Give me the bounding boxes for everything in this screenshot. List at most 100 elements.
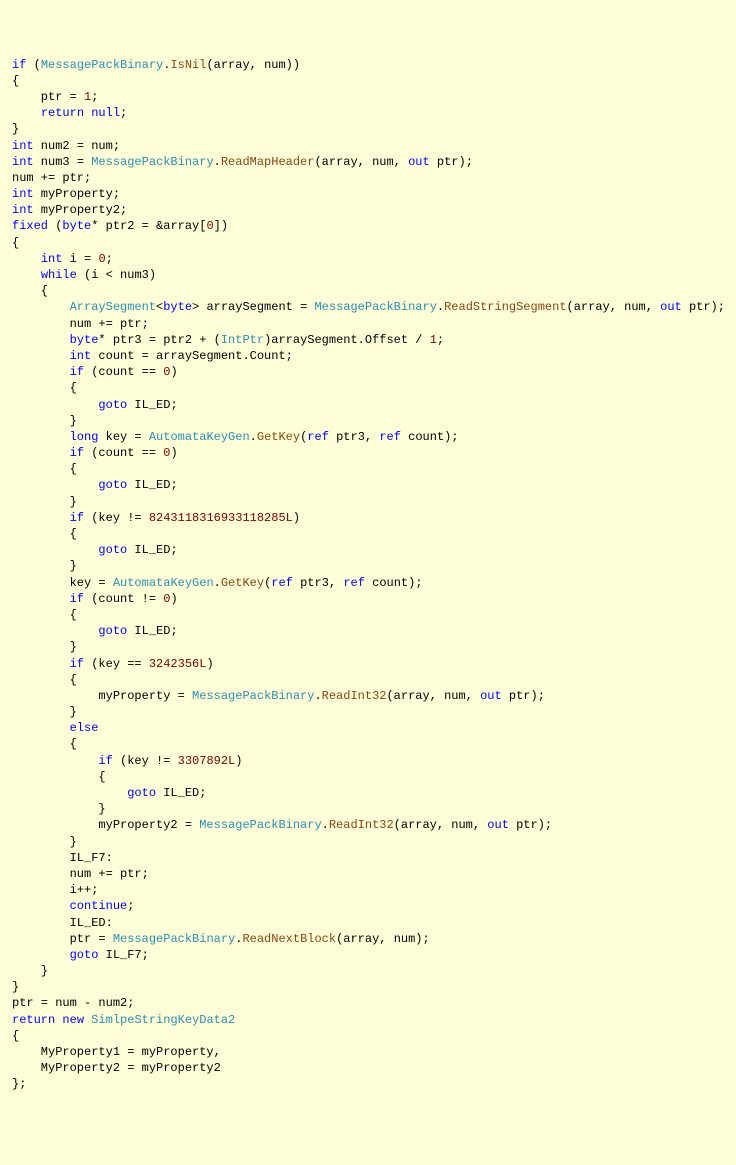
code-line: fixed (byte* ptr2 = &array[0])	[12, 218, 724, 234]
code-token	[12, 948, 70, 962]
code-token	[55, 1013, 62, 1027]
code-token: new	[62, 1013, 84, 1027]
code-line: {	[12, 461, 724, 477]
code-token: (	[26, 58, 40, 72]
code-token: IL_F7:	[12, 851, 113, 865]
code-token: }	[12, 640, 77, 654]
code-token: {	[12, 381, 77, 395]
code-token: ptr = num - num2;	[12, 996, 134, 1010]
code-line: continue;	[12, 898, 724, 914]
code-token	[12, 478, 98, 492]
code-token	[12, 446, 70, 460]
code-token: if	[12, 58, 26, 72]
code-token: > arraySegment =	[192, 300, 314, 314]
code-token: (count ==	[84, 365, 163, 379]
code-line: ptr = MessagePackBinary.ReadNextBlock(ar…	[12, 931, 724, 947]
code-token	[12, 592, 70, 606]
code-line: goto IL_F7;	[12, 947, 724, 963]
code-token: null	[91, 106, 120, 120]
code-token: .	[314, 689, 321, 703]
code-token: IL_ED;	[127, 398, 177, 412]
code-token: IsNil	[170, 58, 206, 72]
code-token: (array, num,	[567, 300, 661, 314]
code-token	[12, 268, 41, 282]
code-line: {	[12, 736, 724, 752]
code-token	[12, 899, 70, 913]
code-token: myProperty =	[12, 689, 192, 703]
code-token: ptr3,	[329, 430, 379, 444]
code-token: MessagePackBinary	[113, 932, 235, 946]
code-token: byte	[70, 333, 99, 347]
code-token	[12, 511, 70, 525]
code-token: )	[293, 511, 300, 525]
code-line: IL_ED:	[12, 915, 724, 931]
code-line: if (count != 0)	[12, 591, 724, 607]
code-token: ReadInt32	[322, 689, 387, 703]
code-token: ReadStringSegment	[444, 300, 566, 314]
code-token: (count ==	[84, 446, 163, 460]
code-line: if (MessagePackBinary.IsNil(array, num))	[12, 57, 724, 73]
code-line: }	[12, 801, 724, 817]
code-token: ptr);	[430, 155, 473, 169]
code-token: ])	[214, 219, 228, 233]
code-token: count);	[365, 576, 423, 590]
code-line: while (i < num3)	[12, 267, 724, 283]
code-token: .	[250, 430, 257, 444]
code-token: }	[12, 980, 19, 994]
code-token: long	[70, 430, 99, 444]
code-line: MyProperty2 = myProperty2	[12, 1060, 724, 1076]
code-token: ReadNextBlock	[242, 932, 336, 946]
code-token: (key ==	[84, 657, 149, 671]
code-line: }	[12, 121, 724, 137]
code-line: if (key != 8243118316933118285L)	[12, 510, 724, 526]
code-token: i++;	[12, 883, 98, 897]
code-token: {	[12, 608, 77, 622]
code-token: out	[408, 155, 430, 169]
code-token: ptr);	[502, 689, 545, 703]
code-token	[12, 786, 127, 800]
code-line: num += ptr;	[12, 316, 724, 332]
code-token: {	[12, 236, 19, 250]
code-token: out	[480, 689, 502, 703]
code-token: }	[12, 414, 77, 428]
code-line: {	[12, 380, 724, 396]
code-line: if (count == 0)	[12, 445, 724, 461]
code-token: IL_ED;	[127, 478, 177, 492]
code-token: * ptr3 = ptr2 + (	[98, 333, 220, 347]
code-token: num += ptr;	[12, 171, 91, 185]
code-token: if	[70, 657, 84, 671]
code-line: goto IL_ED;	[12, 623, 724, 639]
code-token: MyProperty2 = myProperty2	[12, 1061, 221, 1075]
code-token: ptr =	[12, 90, 84, 104]
code-token: if	[98, 754, 112, 768]
code-token: return	[41, 106, 84, 120]
code-token: }	[12, 802, 106, 816]
code-token: ptr);	[682, 300, 725, 314]
code-token: (array, num);	[336, 932, 430, 946]
code-line: }	[12, 494, 724, 510]
code-line: myProperty = MessagePackBinary.ReadInt32…	[12, 688, 724, 704]
code-token: ref	[271, 576, 293, 590]
code-line: int i = 0;	[12, 251, 724, 267]
code-line: }	[12, 413, 724, 429]
code-line: MyProperty1 = myProperty,	[12, 1044, 724, 1060]
code-token: if	[70, 592, 84, 606]
code-token: int	[12, 203, 34, 217]
code-token: IL_F7;	[98, 948, 148, 962]
code-line: };	[12, 1076, 724, 1092]
code-token: goto	[98, 398, 127, 412]
code-token: }	[12, 559, 77, 573]
code-line: byte* ptr3 = ptr2 + (IntPtr)arraySegment…	[12, 332, 724, 348]
code-token: {	[12, 527, 77, 541]
code-line: int num2 = num;	[12, 138, 724, 154]
code-token: (key !=	[84, 511, 149, 525]
code-line: int count = arraySegment.Count;	[12, 348, 724, 364]
code-block: if (MessagePackBinary.IsNil(array, num))…	[12, 57, 724, 1093]
code-token: }	[12, 705, 77, 719]
code-line: }	[12, 704, 724, 720]
code-token: )	[170, 592, 177, 606]
code-token: IL_ED:	[12, 916, 113, 930]
code-token: num += ptr;	[12, 867, 149, 881]
code-token: MessagePackBinary	[91, 155, 213, 169]
code-line: long key = AutomataKeyGen.GetKey(ref ptr…	[12, 429, 724, 445]
